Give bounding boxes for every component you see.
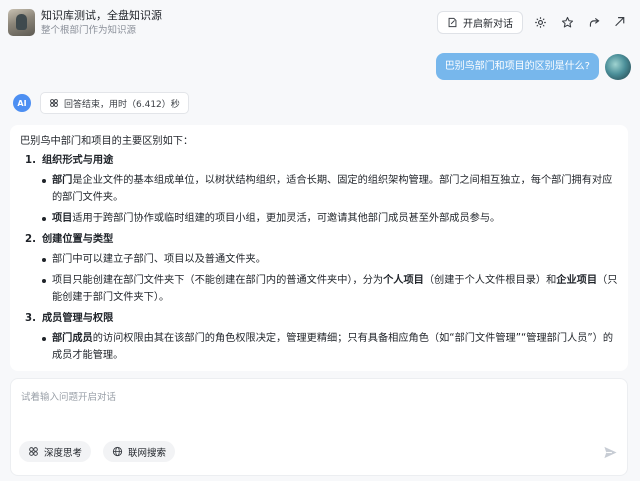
send-button[interactable] [601, 443, 619, 461]
section-title: 组织形式与用途 [42, 155, 114, 166]
bullet-bold: 企业项目 [556, 275, 598, 286]
kb-avatar [8, 9, 35, 36]
bullet-item: 项目适用于跨部门协作或临时组建的项目小组，更加灵活，可邀请其他部门成员甚至外部成… [42, 210, 618, 227]
edit-icon [448, 17, 457, 28]
bullet-text: 的访问权限由其在该部门的角色权限决定，管理更精细；只有具备相应角色（如“部门文件… [52, 333, 614, 361]
share-icon[interactable] [585, 13, 603, 31]
bullet-bold: 部门成员 [52, 333, 93, 344]
settings-icon[interactable] [531, 13, 549, 31]
section-heading: 1. 组织形式与用途 [25, 152, 618, 169]
page-subtitle: 整个根部门作为知识源 [41, 25, 137, 36]
bullet-item: 部门是企业文件的基本组成单位，以树状结构组织，适合长期、固定的组织架构管理。部门… [42, 172, 618, 206]
bullet-bold: 个人项目 [383, 275, 424, 286]
answer-intro: 巴别鸟中部门和项目的主要区别如下： [20, 136, 194, 147]
brain-icon [29, 447, 38, 456]
section-number: 3. [25, 313, 36, 324]
section-number: 2. [25, 234, 36, 245]
header: 知识库测试，全盘知识源 整个根部门作为知识源 开启新对话 [0, 0, 640, 46]
globe-icon [112, 446, 123, 457]
more-icon[interactable] [611, 13, 629, 31]
section-title: 创建位置与类型 [42, 234, 114, 245]
bullet-list: 部门中可以建立子部门、项目以及普通文件夹。 项目只能创建在部门文件夹下（不能创建… [42, 251, 618, 306]
bullet-item: 部门中可以建立子部门、项目以及普通文件夹。 [42, 251, 618, 268]
bullet-text: 是企业文件的基本组成单位，以树状结构组织，适合长期、固定的组织架构管理。部门之间… [52, 175, 613, 203]
bullet-bold: 项目 [52, 213, 73, 224]
answer-section: 1. 组织形式与用途 部门是企业文件的基本组成单位，以树状结构组织，适合长期、固… [25, 152, 618, 227]
send-icon [603, 446, 617, 458]
bullet-item: 项目只能创建在部门文件夹下（不能创建在部门内的普通文件夹中），分为个人项目（创建… [42, 272, 618, 306]
bullet-item: 部门成员的访问权限由其在该部门的角色权限决定，管理更精细；只有具备相应角色（如“… [42, 330, 618, 364]
answer-section: 3. 成员管理与权限 部门成员的访问权限由其在该部门的角色权限决定，管理更精细；… [25, 310, 618, 364]
deep-think-button[interactable]: 深度思考 [19, 441, 92, 462]
bullet-text: 部门中可以建立子部门、项目以及普通文件夹。 [52, 254, 266, 265]
answer-status-text: 回答结束，用时（6.412）秒 [64, 99, 180, 110]
ai-badge: AI [13, 94, 31, 112]
section-heading: 2. 创建位置与类型 [25, 231, 618, 248]
answer-status[interactable]: 回答结束，用时（6.412）秒 [40, 92, 189, 114]
bullet-text: 项目只能创建在部门文件夹下（不能创建在部门内的普通文件夹中），分为 [52, 275, 384, 286]
chat-input[interactable]: 试着输入问题开启对话 [21, 389, 116, 403]
section-number: 1. [25, 155, 36, 166]
user-avatar [605, 53, 631, 80]
bullet-list: 部门是企业文件的基本组成单位，以树状结构组织，适合长期、固定的组织架构管理。部门… [42, 172, 618, 227]
user-message: 巴别鸟部门和项目的区别是什么? [435, 53, 599, 80]
bullet-text: 适用于跨部门协作或临时组建的项目小组，更加灵活，可邀请其他部门成员甚至外部成员参… [72, 213, 501, 224]
deep-think-label: 深度思考 [44, 447, 83, 459]
user-message-row: 巴别鸟部门和项目的区别是什么? [435, 53, 631, 80]
title-block: 知识库测试，全盘知识源 整个根部门作为知识源 [41, 9, 162, 37]
section-title: 成员管理与权限 [42, 313, 114, 324]
bullet-bold: 部门 [52, 175, 73, 186]
star-icon[interactable] [558, 13, 576, 31]
page-title: 知识库测试，全盘知识源 [41, 9, 162, 22]
brain-icon [50, 99, 58, 107]
web-search-button[interactable]: 联网搜索 [103, 441, 176, 462]
section-heading: 3. 成员管理与权限 [25, 310, 618, 327]
new-chat-button[interactable]: 开启新对话 [437, 11, 523, 34]
bullet-text: （创建于个人文件根目录）和 [423, 275, 557, 286]
answer-card: 巴别鸟中部门和项目的主要区别如下： 1. 组织形式与用途 部门是企业文件的基本组… [10, 125, 628, 371]
answer-section: 2. 创建位置与类型 部门中可以建立子部门、项目以及普通文件夹。 项目只能创建在… [25, 231, 618, 306]
bullet-list: 部门成员的访问权限由其在该部门的角色权限决定，管理更精细；只有具备相应角色（如“… [42, 330, 618, 364]
new-chat-label: 开启新对话 [463, 19, 513, 30]
web-search-label: 联网搜索 [128, 447, 167, 459]
chat-input-area[interactable]: 试着输入问题开启对话 深度思考 联网搜索 [10, 378, 628, 476]
